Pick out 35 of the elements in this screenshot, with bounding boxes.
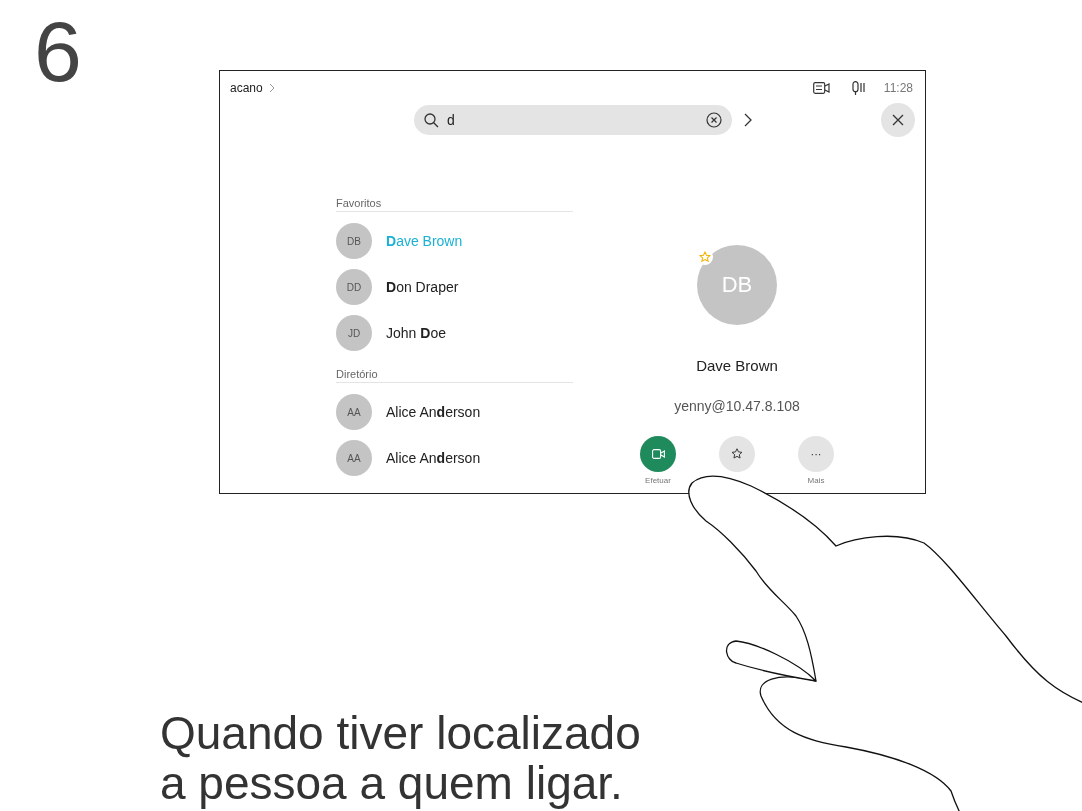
avatar-circle: JD: [336, 315, 372, 351]
search-field[interactable]: d: [414, 105, 732, 135]
more-button[interactable]: ···: [798, 436, 834, 472]
avatar-circle: DB: [697, 245, 777, 325]
contact-address: yenny@10.47.8.108: [674, 398, 800, 414]
section-header: Diretório: [336, 368, 573, 383]
caption-text: a pessoa a quem ligar.: [160, 758, 624, 808]
avatar-circle: AA: [336, 394, 372, 430]
clear-icon[interactable]: [706, 112, 722, 128]
breadcrumb[interactable]: acano: [230, 81, 263, 95]
action-label: Mais: [807, 476, 825, 485]
avatar-circle: DB: [336, 223, 372, 259]
chevron-icon[interactable]: [744, 113, 752, 127]
close-icon: [892, 114, 904, 126]
favorite-button[interactable]: [719, 436, 755, 472]
contact-name[interactable]: Don Draper: [386, 279, 459, 295]
action-label: Efetuar: [645, 476, 671, 485]
close-button[interactable]: [881, 103, 915, 137]
call-button[interactable]: [640, 436, 676, 472]
microphone-icon[interactable]: [851, 81, 866, 95]
contact-name[interactable]: John Doe: [386, 325, 446, 341]
search-icon: [424, 112, 439, 128]
camera-icon[interactable]: [812, 82, 830, 94]
star-icon: [730, 447, 744, 461]
contact-name[interactable]: Alice Anderson: [386, 450, 481, 466]
avatar-circle: DD: [336, 269, 372, 305]
section-header: Favoritos: [336, 197, 573, 212]
contact-name[interactable]: Alice Anderson: [386, 404, 481, 420]
avatar-circle: AA: [336, 440, 372, 476]
video-camera-icon: [651, 449, 665, 459]
clock-time: 11:28: [883, 81, 913, 95]
caption-text: Quando tiver localizado: [160, 708, 641, 758]
step-number: 6: [34, 8, 82, 94]
chevron-icon: [268, 83, 275, 93]
contact-name: Dave Brown: [696, 357, 778, 374]
